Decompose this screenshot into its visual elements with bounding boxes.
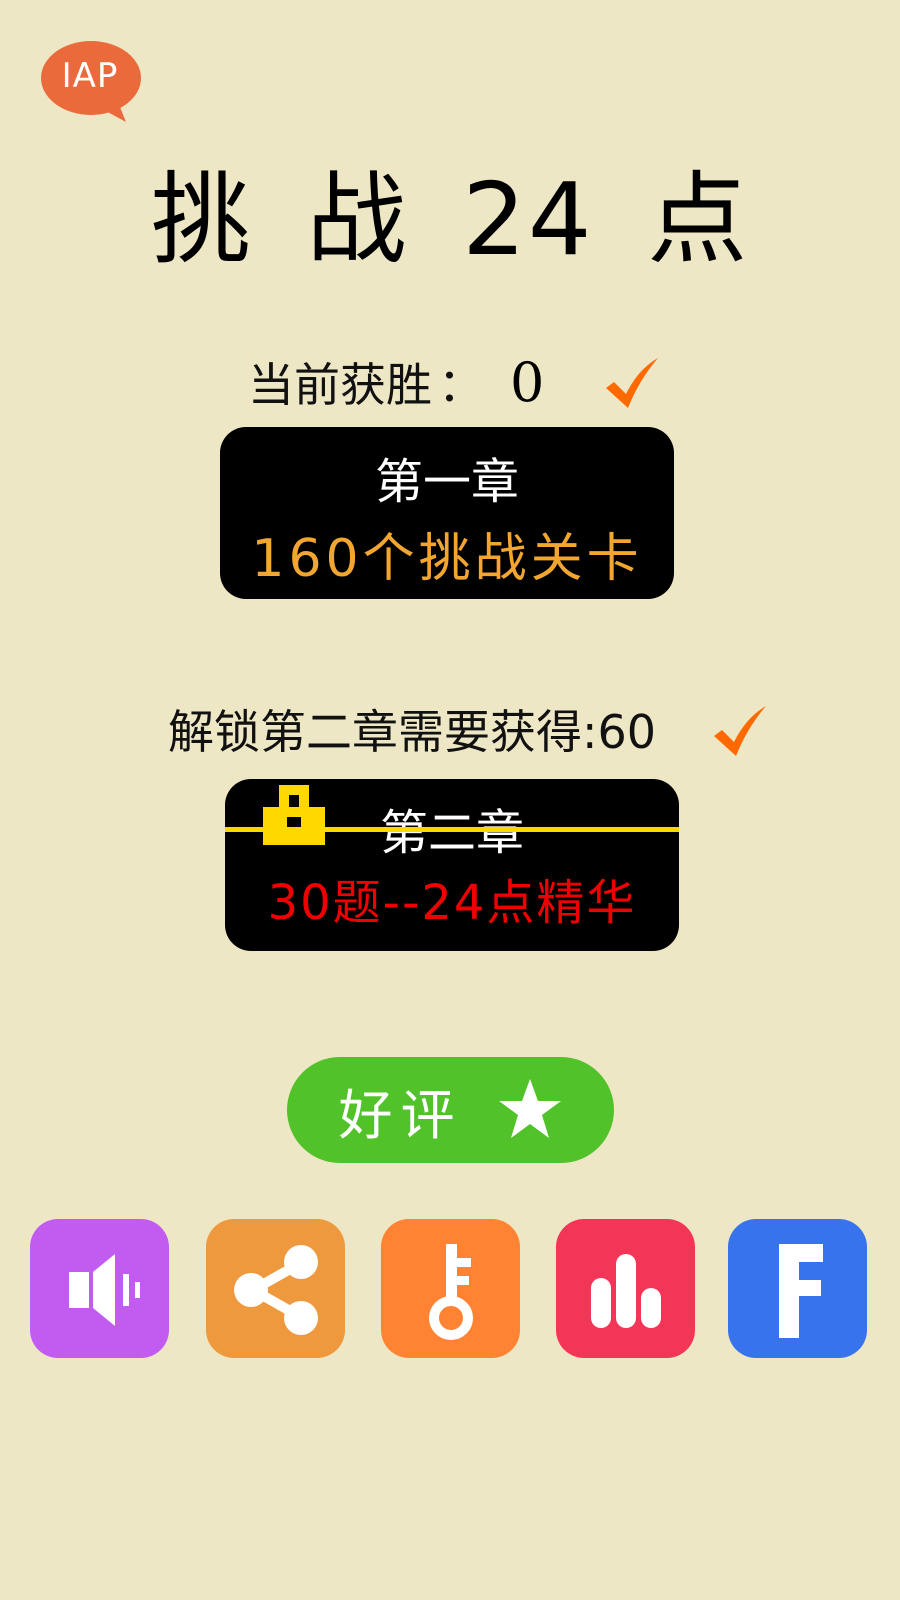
- wins-value: 0: [510, 350, 545, 414]
- speaker-icon: [68, 1253, 140, 1326]
- bar-chart-icon: [590, 1253, 661, 1328]
- star-icon: [498, 1079, 561, 1138]
- facebook-button[interactable]: [728, 1219, 867, 1358]
- wins-label: 当前获胜: [248, 358, 432, 412]
- game-title: 挑 战 24 点: [150, 161, 750, 278]
- chapter1-button[interactable]: 第一章 160个挑战关卡: [220, 427, 674, 599]
- leaderboard-button[interactable]: [556, 1219, 695, 1358]
- lock-icon: [263, 785, 325, 845]
- checkmark-icon: [606, 358, 658, 408]
- key-button[interactable]: [381, 1219, 520, 1358]
- key-icon: [428, 1243, 473, 1340]
- sound-button[interactable]: [30, 1219, 169, 1358]
- chapter2-subtitle: 30题--24点精华: [267, 875, 637, 931]
- rate-button[interactable]: 好评: [287, 1057, 614, 1163]
- chapter1-title: 第一章: [374, 454, 519, 510]
- iap-button[interactable]: IAP: [40, 40, 142, 122]
- rate-label: 好评: [338, 1083, 463, 1147]
- share-button[interactable]: [206, 1219, 345, 1358]
- wins-counter: 当前获胜 ： 0: [248, 350, 545, 414]
- unlock-requirement: 解锁第二章需要获得:60: [168, 705, 657, 759]
- facebook-icon: [778, 1243, 823, 1338]
- iap-label: IAP: [61, 56, 119, 96]
- checkmark-icon: [714, 706, 766, 756]
- chapter2-button[interactable]: 第二章 30题--24点精华: [225, 779, 679, 951]
- wins-separator: ：: [438, 358, 484, 412]
- share-icon: [233, 1244, 318, 1335]
- chapter1-subtitle: 160个挑战关卡: [251, 529, 643, 589]
